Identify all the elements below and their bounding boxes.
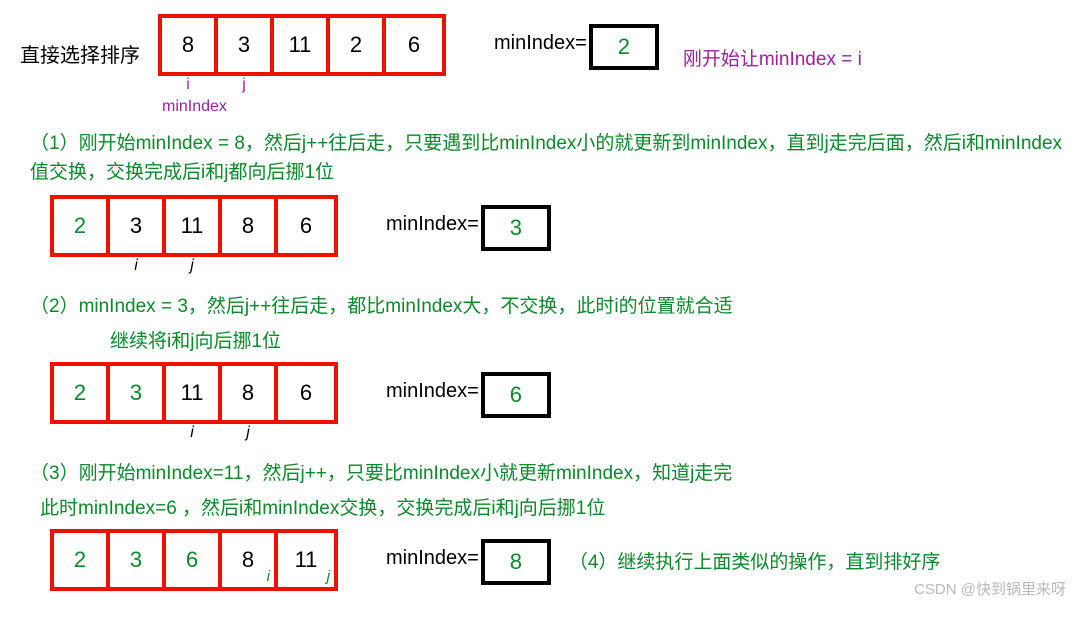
cell-value: 11 [289, 32, 312, 58]
cell: 3 [110, 533, 166, 587]
cell: 11 i [166, 366, 222, 420]
cell-value: 2 [74, 547, 86, 573]
cell: 6 [166, 533, 222, 587]
cell: 3 j [218, 18, 274, 72]
cell-value: 6 [300, 380, 312, 406]
cell: 2 [54, 366, 110, 420]
step0-array: 8 i minIndex 3 j 11 2 6 [158, 14, 446, 76]
minindex-label: minIndex= [494, 32, 587, 55]
cell: 6 [278, 366, 334, 420]
cell-value: 3 [130, 213, 142, 239]
step1-array-wrap: 2 3 i 11 j 8 6 [50, 195, 338, 257]
step3-array: 2 3 6 8 i 11 j [50, 529, 338, 591]
step0-comment: 刚开始让minIndex = i [683, 44, 862, 71]
minindex-box: 2 [589, 24, 659, 70]
cell: 11 [274, 18, 330, 72]
description-3a: （3）刚开始minIndex=11，然后j++，只要比minIndex小就更新m… [30, 460, 1064, 489]
minindex-label: minIndex= [386, 213, 479, 236]
step1-row: 2 3 i 11 j 8 6 minIndex= 3 [20, 195, 1064, 257]
cell-value: 2 [350, 32, 362, 58]
cell-value: 6 [408, 32, 420, 58]
i-pointer: i [267, 568, 270, 585]
cell: 11 j [278, 533, 334, 587]
cell-value: 11 [295, 547, 318, 573]
cell-value: 11 [181, 380, 204, 406]
cell-value: 3 [130, 547, 142, 573]
minindex-label: minIndex= [386, 547, 479, 570]
minindex-pointer: minIndex [162, 98, 266, 116]
cell-value: 2 [74, 380, 86, 406]
cell: 3 [110, 366, 166, 420]
cell: 2 [54, 199, 110, 253]
step3-comment: （4）继续执行上面类似的操作，直到排好序 [569, 547, 941, 574]
cell: 8 i [222, 533, 278, 587]
i-pointer: i [162, 76, 214, 94]
step0-array-wrap: 8 i minIndex 3 j 11 2 6 [158, 14, 446, 76]
minindex-label: minIndex= [386, 380, 479, 403]
j-pointer: j [166, 257, 218, 275]
i-pointer: i [166, 424, 218, 442]
cell: 3 i [110, 199, 166, 253]
cell-value: 8 [242, 213, 254, 239]
minindex-box: 8 [481, 539, 551, 585]
cell-value: 3 [238, 32, 250, 58]
step2-array-wrap: 2 3 11 i 8 j 6 [50, 362, 338, 424]
step3-array-wrap: 2 3 6 8 i 11 j [50, 529, 338, 591]
description-2a: （2）minIndex = 3，然后j++往后走，都比minIndex大，不交换… [30, 293, 1064, 322]
step2-row: 2 3 11 i 8 j 6 minIndex= 6 [20, 362, 1064, 424]
j-pointer: j [222, 424, 274, 442]
cell: 11 j [166, 199, 222, 253]
cell-value: 11 [181, 213, 204, 239]
cell-value: 6 [300, 213, 312, 239]
step0-row: 直接选择排序 8 i minIndex 3 j 11 2 6 minIndex=… [20, 14, 1064, 76]
cell-value: 3 [130, 380, 142, 406]
description-1: （1）刚开始minIndex = 8，然后j++往后走，只要遇到比minInde… [30, 130, 1064, 187]
diagram-title: 直接选择排序 [20, 14, 140, 68]
cell-value: 6 [186, 547, 198, 573]
j-pointer: j [327, 568, 330, 585]
cell: 2 [54, 533, 110, 587]
minindex-box: 6 [481, 372, 551, 418]
cell-value: 8 [242, 380, 254, 406]
cell: 8 j [222, 366, 278, 420]
description-2b: 继续将i和j向后挪1位 [110, 328, 1064, 357]
cell-value: 8 [182, 32, 194, 58]
i-pointer: i [110, 257, 162, 275]
step2-array: 2 3 11 i 8 j 6 [50, 362, 338, 424]
cell: 8 [222, 199, 278, 253]
cell-value: 8 [242, 547, 254, 573]
cell: 2 [330, 18, 386, 72]
cell: 6 [278, 199, 334, 253]
step3-row: 2 3 6 8 i 11 j minIndex= 8 （4）继续执行上面类似的操… [20, 529, 1064, 591]
cell-value: 2 [74, 213, 86, 239]
j-pointer: j [218, 76, 270, 94]
cell: 6 [386, 18, 442, 72]
step1-array: 2 3 i 11 j 8 6 [50, 195, 338, 257]
cell: 8 i minIndex [162, 18, 218, 72]
minindex-box: 3 [481, 205, 551, 251]
description-3b: 此时minIndex=6 ，然后i和minIndex交换，交换完成后i和j向后挪… [40, 495, 1064, 524]
